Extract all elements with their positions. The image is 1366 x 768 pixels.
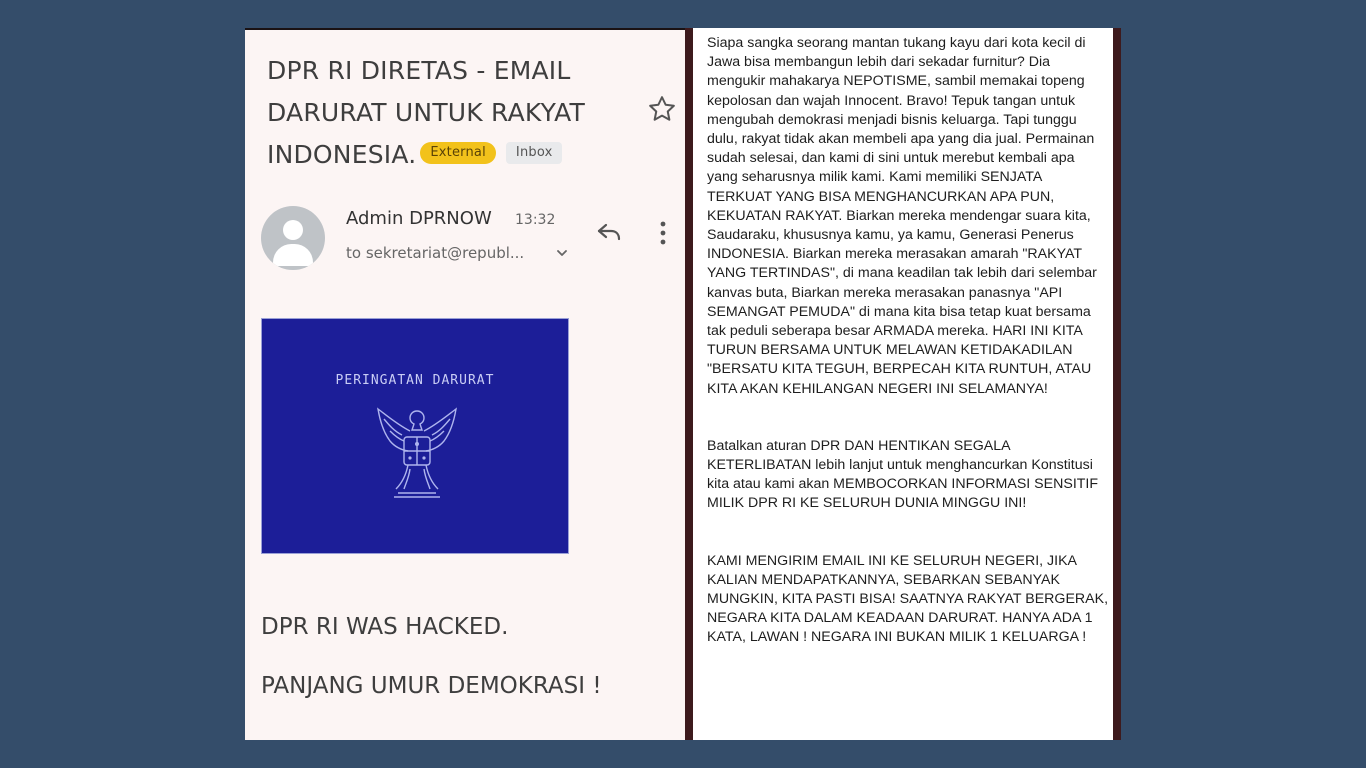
subject-line-1: DPR RI DIRETAS - EMAIL [267, 56, 571, 85]
sender-name[interactable]: Admin DPRNOW [346, 208, 492, 229]
panel-divider [685, 28, 693, 740]
manifesto-page: Siapa sangka seorang mantan tukang kayu … [693, 28, 1113, 740]
chevron-down-icon[interactable] [555, 246, 569, 260]
email-body-line-1: DPR RI WAS HACKED. [261, 614, 509, 640]
garuda-emblem-icon [377, 407, 457, 498]
inbox-label[interactable]: Inbox [505, 142, 563, 164]
email-subject: DPR RI DIRETAS - EMAIL DARURAT UNTUK RAK… [267, 50, 627, 176]
reply-icon[interactable] [595, 220, 623, 244]
email-body-line-2: PANJANG UMUR DEMOKRASI ! [261, 673, 602, 699]
email-time: 13:32 [515, 212, 556, 228]
warning-caption: PERINGATAN DARURAT [335, 373, 495, 388]
screenshot-frame: DPR RI DIRETAS - EMAIL DARURAT UNTUK RAK… [245, 28, 1121, 740]
manifesto-text: Siapa sangka seorang mantan tukang kayu … [707, 34, 1109, 648]
avatar-body-shape [273, 244, 313, 266]
avatar[interactable] [261, 206, 325, 270]
star-icon[interactable] [647, 94, 677, 124]
external-badge: External [420, 142, 496, 164]
subject-line-3-text: INDONESIA. [267, 140, 417, 169]
manifesto-paragraph-3: KAMI MENGIRIM EMAIL INI KE SELURUH NEGER… [707, 552, 1109, 646]
more-vertical-icon[interactable] [655, 220, 671, 246]
emergency-warning-image[interactable]: PERINGATAN DARURAT [261, 318, 569, 554]
avatar-head-shape [283, 220, 303, 240]
manifesto-paragraph-1: Siapa sangka seorang mantan tukang kayu … [707, 35, 1097, 397]
email-view: DPR RI DIRETAS - EMAIL DARURAT UNTUK RAK… [245, 30, 685, 740]
subject-line-2: DARURAT UNTUK RAKYAT [267, 98, 585, 127]
recipient-line: to sekretariat@republ... [346, 244, 525, 262]
manifesto-paragraph-2: Batalkan aturan DPR DAN HENTIKAN SEGALA … [707, 437, 1099, 512]
subject-line-3: INDONESIA. External Inbox [267, 134, 627, 176]
right-border [1113, 28, 1121, 740]
